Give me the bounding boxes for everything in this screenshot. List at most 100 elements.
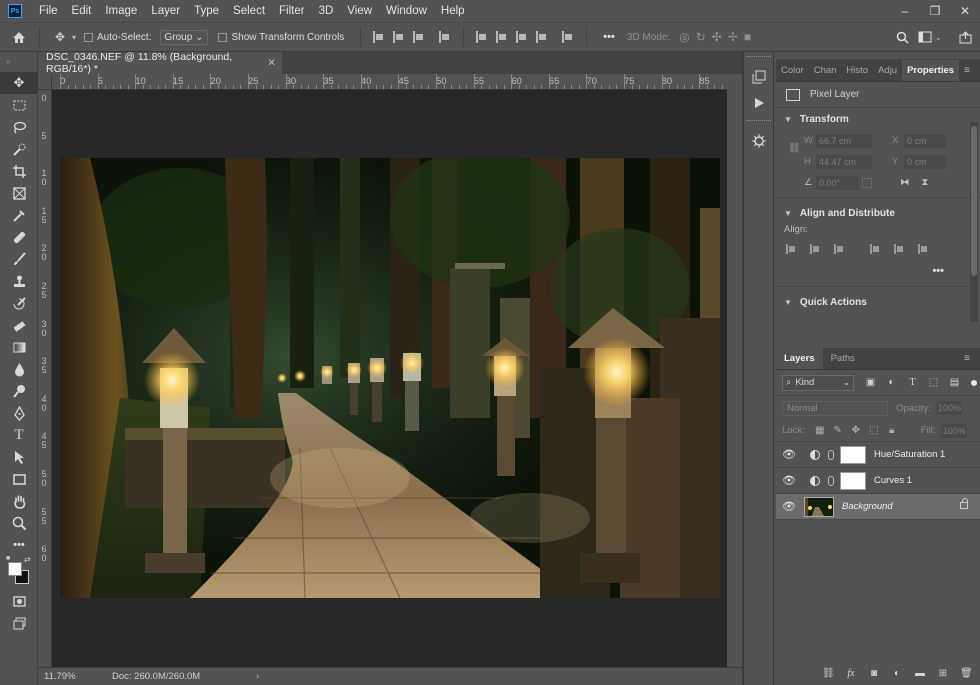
layer-name[interactable]: Hue/Saturation 1 — [874, 449, 945, 460]
document-tab[interactable]: DSC_0346.NEF @ 11.8% (Background, RGB/16… — [38, 51, 282, 75]
kind-filter-dropdown[interactable]: ⌕ Kind ⌄ — [782, 374, 854, 391]
layer-row-hue-saturation[interactable]: 👁︎ Hue/Saturation 1 — [776, 442, 980, 468]
document-image[interactable] — [60, 158, 720, 598]
tab-properties[interactable]: Properties — [902, 60, 960, 81]
zoom-tool-icon[interactable] — [0, 512, 38, 534]
brush-tool-icon[interactable] — [0, 248, 38, 270]
zoom-level[interactable]: 11.79% — [38, 671, 96, 682]
actions-panel-icon[interactable] — [744, 90, 774, 116]
history-panel-icon[interactable] — [744, 64, 774, 90]
align-top-edges-icon[interactable] — [476, 31, 488, 43]
panel-grip[interactable] — [776, 52, 980, 60]
layer-mask-thumbnail[interactable] — [840, 471, 866, 490]
flip-vertical-icon[interactable]: ⧗ — [922, 177, 929, 188]
move-tool-icon[interactable]: ✥ — [51, 28, 69, 46]
distribute-spacing-icon[interactable] — [562, 31, 574, 43]
tool-preset-chevron-icon[interactable]: ▾ — [72, 33, 76, 42]
mask-link-icon[interactable] — [828, 475, 834, 486]
width-field[interactable]: 66.7 cm — [816, 133, 872, 148]
menu-select[interactable]: Select — [226, 0, 272, 22]
menu-image[interactable]: Image — [98, 0, 144, 22]
new-group-icon[interactable]: ▬ — [914, 668, 926, 680]
menu-window[interactable]: Window — [379, 0, 434, 22]
filter-adjustment-icon[interactable]: ◐ — [885, 377, 898, 389]
tab-paths[interactable]: Paths — [823, 348, 863, 369]
height-field[interactable]: 44.47 cm — [816, 154, 872, 169]
opacity-field[interactable]: 100% — [936, 401, 962, 415]
history-brush-tool-icon[interactable] — [0, 292, 38, 314]
tab-adjustments[interactable]: Adju — [873, 60, 902, 81]
layer-row-background[interactable]: 👁︎ Background — [776, 494, 980, 520]
align-left-edges-icon[interactable] — [373, 31, 385, 43]
tab-histogram[interactable]: Histo — [841, 60, 873, 81]
transform-section-header[interactable]: ▼ Transform — [776, 108, 980, 130]
filter-type-icon[interactable]: T — [906, 377, 919, 389]
menu-filter[interactable]: Filter — [272, 0, 312, 22]
add-mask-icon[interactable]: ◙ — [868, 668, 880, 680]
lock-artboard-icon[interactable]: ⬚ — [869, 425, 879, 436]
canvas-area[interactable] — [52, 90, 727, 667]
link-dimensions-icon[interactable]: ⛓ — [788, 143, 801, 154]
layers-panel-menu-icon[interactable]: ≡ — [964, 348, 980, 369]
workspace-icon[interactable] — [916, 28, 934, 46]
menu-layer[interactable]: Layer — [144, 0, 187, 22]
quick-actions-section-header[interactable]: ▼ Quick Actions — [776, 291, 980, 313]
align-bottom-icon[interactable] — [918, 244, 928, 254]
align-left-icon[interactable] — [786, 244, 796, 254]
lock-all-icon[interactable]: 🔒︎ — [887, 425, 897, 436]
align-right-edges-icon[interactable] — [413, 31, 425, 43]
auto-select-dropdown[interactable]: Group ⌄ — [159, 29, 209, 45]
filter-toggle-icon[interactable] — [971, 379, 977, 386]
layer-mask-thumbnail[interactable] — [840, 445, 866, 464]
layer-thumbnail[interactable] — [804, 496, 834, 517]
search-icon[interactable] — [893, 28, 911, 46]
close-document-icon[interactable]: ✕ — [267, 57, 276, 69]
align-right-icon[interactable] — [834, 244, 844, 254]
visibility-eye-icon[interactable]: 👁︎ — [776, 500, 802, 513]
flip-horizontal-icon[interactable]: ⧓ — [900, 177, 910, 188]
eyedropper-tool-icon[interactable] — [0, 204, 38, 226]
share-icon[interactable] — [956, 28, 974, 46]
more-options-icon[interactable]: ••• — [603, 31, 615, 43]
link-layers-icon[interactable]: ⛓ — [822, 668, 835, 680]
filter-pixel-icon[interactable]: ▣ — [864, 377, 877, 389]
blur-tool-icon[interactable] — [0, 358, 38, 380]
auto-select-checkbox[interactable] — [84, 32, 94, 42]
lasso-tool-icon[interactable] — [0, 116, 38, 138]
angle-dropdown[interactable] — [862, 177, 872, 188]
brush-settings-icon[interactable] — [744, 128, 774, 154]
eraser-tool-icon[interactable] — [0, 314, 38, 336]
angle-field[interactable]: 0.00° — [816, 175, 858, 190]
align-vertical-centers-icon[interactable] — [496, 31, 508, 43]
more-options-icon[interactable]: ••• — [932, 265, 944, 277]
y-field[interactable]: 0 cm — [904, 154, 946, 169]
type-tool-icon[interactable]: T — [0, 424, 38, 446]
canvas-scrollbar-strip[interactable] — [727, 74, 742, 667]
screen-mode-icon[interactable] — [0, 612, 38, 634]
lock-transparent-icon[interactable]: ▦ — [815, 425, 825, 436]
dock-grip[interactable] — [746, 56, 771, 60]
panel-collapse-icon[interactable]: » — [0, 52, 37, 72]
x-field[interactable]: 0 cm — [904, 133, 946, 148]
panel-menu-icon[interactable]: ≡ — [964, 60, 980, 81]
crop-tool-icon[interactable] — [0, 160, 38, 182]
layer-name[interactable]: Background — [842, 501, 893, 512]
horizontal-ruler[interactable]: 0 5 10 15 20 25 30 35 40 45 50 55 60 65 70 75 80 85 — [52, 74, 727, 90]
menu-help[interactable]: Help — [434, 0, 472, 22]
menu-file[interactable]: File — [32, 0, 65, 22]
fill-field[interactable]: 100% — [940, 423, 967, 438]
ruler-origin[interactable] — [38, 74, 52, 90]
new-adjustment-layer-icon[interactable]: ◐ — [891, 668, 903, 680]
default-colors-icon[interactable]: ■ — [6, 555, 10, 562]
path-selection-tool-icon[interactable] — [0, 446, 38, 468]
menu-3d[interactable]: 3D — [312, 0, 341, 22]
menu-edit[interactable]: Edit — [65, 0, 99, 22]
layer-name[interactable]: Curves 1 — [874, 475, 912, 486]
dock-grip[interactable] — [746, 120, 771, 124]
dodge-tool-icon[interactable] — [0, 380, 38, 402]
show-transform-checkbox[interactable] — [218, 32, 228, 42]
restore-button[interactable]: ❐ — [920, 0, 950, 22]
visibility-eye-icon[interactable]: 👁︎ — [776, 474, 802, 487]
new-layer-icon[interactable]: ⊞ — [937, 668, 949, 680]
menu-view[interactable]: View — [340, 0, 379, 22]
